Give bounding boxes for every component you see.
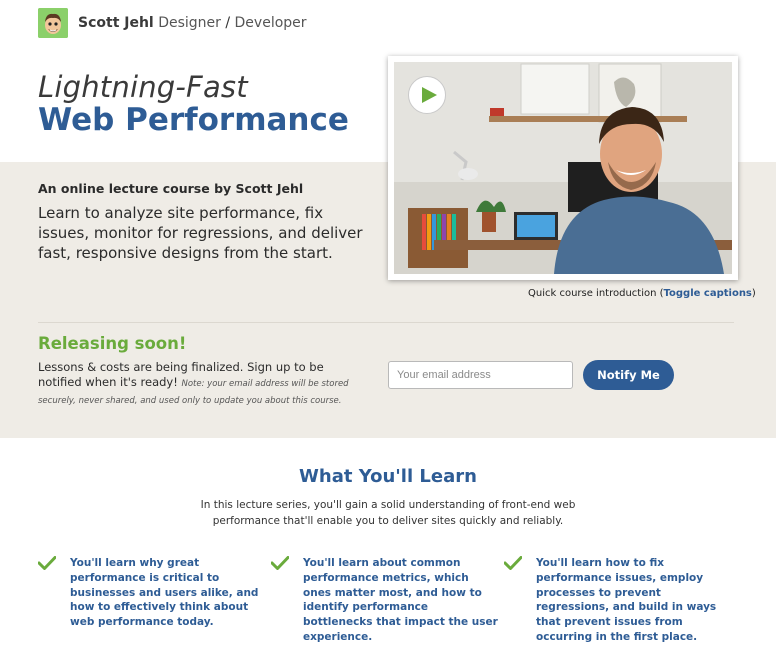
intro-video[interactable] <box>388 56 738 280</box>
notify-me-button[interactable]: Notify Me <box>583 360 674 390</box>
avatar[interactable] <box>38 8 68 38</box>
video-caption: Quick course introduction (Toggle captio… <box>528 288 756 299</box>
site-brand[interactable]: Scott Jehl Designer / Developer <box>78 15 307 31</box>
course-byline: An online lecture course by Scott Jehl <box>38 181 304 196</box>
course-intro: Learn to analyze site performance, fix i… <box>38 204 363 262</box>
caption-text: Quick course introduction ( <box>528 288 664 299</box>
caption-close-paren: ) <box>751 288 756 299</box>
learn-section-subtitle: In this lecture series, you'll gain a so… <box>200 499 576 527</box>
site-header: Scott Jehl Designer / Developer <box>38 8 307 38</box>
learn-item-text: You'll learn how to fix performance issu… <box>536 557 717 643</box>
play-button[interactable] <box>408 76 446 114</box>
toggle-captions-link[interactable]: Toggle captions <box>664 288 752 299</box>
email-field[interactable] <box>388 361 573 389</box>
learn-section-title: What You'll Learn <box>299 466 477 487</box>
check-icon <box>504 556 522 570</box>
learn-item-text: You'll learn why great performance is cr… <box>70 557 259 629</box>
video-player[interactable] <box>394 62 732 274</box>
check-icon <box>271 556 289 570</box>
role-separator: / <box>225 15 231 31</box>
role-developer: Developer <box>234 15 307 31</box>
releasing-heading: Releasing soon! <box>38 334 187 353</box>
signup-description: Lessons & costs are being finalized. Sig… <box>38 360 368 409</box>
learn-item-text: You'll learn about common performance me… <box>303 557 498 643</box>
role-designer: Designer <box>158 15 221 31</box>
check-icon <box>38 556 56 570</box>
play-icon <box>421 87 437 103</box>
author-name: Scott Jehl <box>78 15 154 31</box>
section-divider <box>38 322 734 323</box>
hero-title-line2: Web Performance <box>38 102 349 138</box>
hero-title-line1: Lightning-Fast <box>38 70 248 104</box>
